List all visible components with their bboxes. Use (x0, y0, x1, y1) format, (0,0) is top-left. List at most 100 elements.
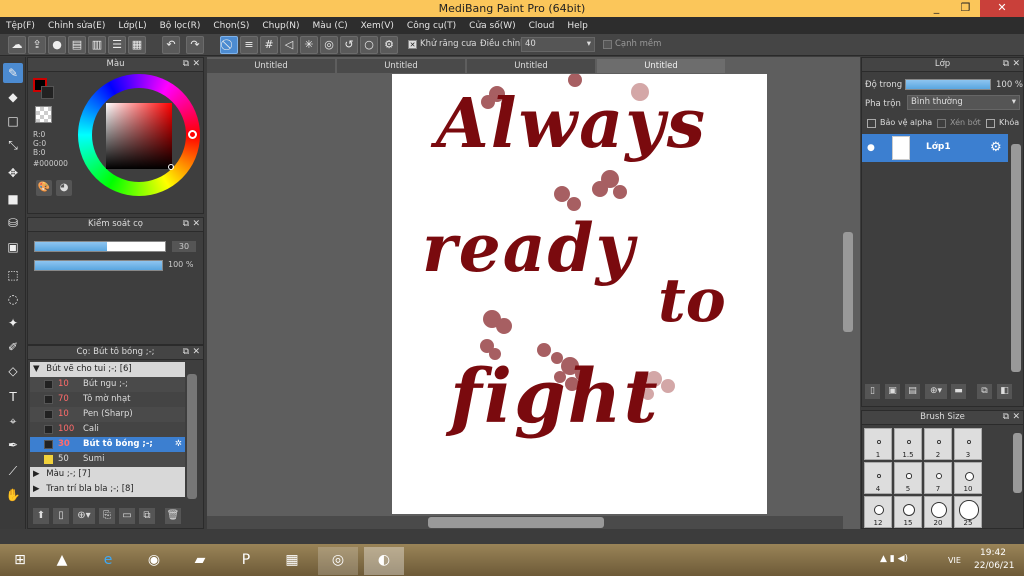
brush-row[interactable]: 10 Pen (Sharp) (30, 407, 185, 422)
medibang-icon[interactable]: ◐ (364, 547, 404, 575)
brush-size-value[interactable]: 30 (172, 241, 196, 252)
share-icon[interactable]: ⇪ (28, 36, 46, 54)
brush-settings-icon[interactable]: ⎘ (99, 508, 115, 524)
trash-icon[interactable]: 🗑 (165, 508, 181, 524)
lock-checkbox[interactable] (986, 119, 995, 128)
brush-row[interactable]: 100 Cali (30, 422, 185, 437)
move-tool-icon[interactable]: ✥ (3, 163, 23, 183)
radial-snap-icon[interactable]: ✳ (300, 36, 318, 54)
close-icon[interactable]: ✕ (1012, 411, 1020, 424)
cross-snap-icon[interactable]: # (260, 36, 278, 54)
menu-help[interactable]: Help (567, 21, 588, 31)
brush-size-cell[interactable]: 15 (894, 496, 922, 528)
menu-view[interactable]: Xem(V) (361, 21, 394, 31)
hand-tool-icon[interactable]: ✋ (3, 485, 23, 505)
layer-row[interactable]: ● Lớp1 ⚙ (862, 134, 1008, 162)
brush-row[interactable]: 70 Tô mờ nhạt (30, 392, 185, 407)
curve-snap-icon[interactable]: ↺ (340, 36, 358, 54)
layer-menu-icon[interactable]: ⊕▾ (925, 384, 947, 399)
clip-checkbox[interactable] (937, 119, 946, 128)
close-icon[interactable]: ✕ (192, 346, 200, 359)
antialias-checkbox[interactable]: ✕ (408, 40, 417, 49)
snap-settings-icon[interactable]: ⚙ (380, 36, 398, 54)
gear-icon[interactable]: ✲ (175, 437, 182, 452)
merge-layer-icon[interactable]: ◧ (997, 384, 1012, 399)
gradient-tool-icon[interactable]: ▣ (3, 237, 23, 257)
menu-file[interactable]: Tệp(F) (6, 21, 35, 31)
brush-opacity-slider[interactable] (34, 260, 163, 271)
menu-window[interactable]: Cửa số(W) (469, 21, 515, 31)
folder-icon[interactable]: ▭ (119, 508, 135, 524)
menu-select[interactable]: Chọn(S) (213, 21, 249, 31)
brush-tool-icon[interactable]: ✎ (3, 63, 23, 83)
new-8bit-layer-icon[interactable]: ▤ (905, 384, 920, 399)
protect-alpha-checkbox[interactable] (867, 119, 876, 128)
parallel-snap-icon[interactable]: ≡ (240, 36, 258, 54)
new-halftone-layer-icon[interactable]: ▣ (885, 384, 900, 399)
ie-icon[interactable]: e (88, 547, 128, 575)
brush-size-cell[interactable]: 3 (954, 428, 982, 460)
close-icon[interactable]: ✕ (1012, 58, 1020, 71)
palette-icon[interactable]: 🎨 (36, 180, 52, 196)
brush-size-cell[interactable]: 1 (864, 428, 892, 460)
document-icon[interactable]: ▥ (88, 36, 106, 54)
eraser-tool-icon[interactable]: ◆ (3, 87, 23, 107)
lasso-rect-tool-icon[interactable]: ⬚ (3, 265, 23, 285)
divide-tool-icon[interactable]: ✒ (3, 435, 23, 455)
powerpoint-icon[interactable]: P (226, 547, 266, 575)
brush-size-slider[interactable] (34, 241, 166, 252)
cloud-icon[interactable]: ☁ (8, 36, 26, 54)
no-snap-icon[interactable]: ⃠ (220, 36, 238, 54)
close-icon[interactable]: ✕ (192, 218, 200, 231)
fill-rect-tool-icon[interactable]: ■ (3, 189, 23, 209)
doc-tab[interactable]: Untitled (207, 59, 335, 73)
app-icon[interactable]: ▦ (272, 547, 312, 575)
blend-select[interactable]: Bình thường ▾ (907, 95, 1020, 110)
duplicate-layer-icon[interactable]: ⧉ (977, 384, 992, 399)
brush-group-row[interactable]: ▶ Màu ;-; [7] (30, 467, 185, 482)
brush-size-cell[interactable]: 7 (924, 462, 952, 494)
select-rect-tool-icon[interactable]: □ (3, 111, 23, 131)
brush-list-scrollbar[interactable] (187, 374, 197, 499)
brush-size-scrollbar[interactable] (1013, 433, 1022, 493)
bluestacks-icon[interactable]: ▲ (42, 547, 82, 575)
doc-tab-active[interactable]: Untitled (597, 59, 725, 73)
brush-menu-icon[interactable]: ⊕▾ (73, 508, 95, 524)
grid-icon[interactable]: ▦ (128, 36, 146, 54)
brush-size-cell[interactable]: 4 (864, 462, 892, 494)
brush-group-row[interactable]: ▼ Bút vẽ cho tui ;-; [6] (30, 362, 185, 377)
brush-row-selected[interactable]: 30 Bút tô bóng ;-; ✲ (30, 437, 185, 452)
menu-layer[interactable]: Lớp(L) (118, 21, 146, 31)
brush-size-cell[interactable]: 25 (954, 496, 982, 528)
brush-size-cell[interactable]: 10 (954, 462, 982, 494)
select-pen-tool-icon[interactable]: ✐ (3, 337, 23, 357)
eyedropper-tool-icon[interactable]: ⟋ (3, 461, 23, 481)
canvas-vscrollbar[interactable] (843, 232, 853, 332)
undock-icon[interactable]: ⧉ (183, 346, 189, 359)
comment-icon[interactable]: ● (48, 36, 66, 54)
lasso-tool-icon[interactable]: ◌ (3, 289, 23, 309)
doc-tab[interactable]: Untitled (467, 59, 595, 73)
drawing-canvas[interactable]: Always ready to fight (392, 74, 767, 514)
menu-filter[interactable]: Bộ lọc(R) (160, 21, 201, 31)
chrome-icon[interactable]: ◉ (134, 547, 174, 575)
minimize-button[interactable]: _ (922, 0, 951, 17)
undock-icon[interactable]: ⧉ (183, 218, 189, 231)
brush-size-cell[interactable]: 5 (894, 462, 922, 494)
layer-scrollbar[interactable] (1011, 144, 1021, 372)
color-handle[interactable] (168, 164, 174, 170)
saturation-value-square[interactable] (106, 103, 172, 169)
message-icon[interactable]: ▤ (68, 36, 86, 54)
close-button[interactable]: ✕ (980, 0, 1024, 17)
eye-icon[interactable]: ● (867, 143, 875, 153)
undock-icon[interactable]: ⧉ (1003, 411, 1009, 424)
layer-opacity-slider[interactable] (905, 79, 991, 90)
brush-group-row[interactable]: ▶ Tran trí bla bla ;-; [8] (30, 482, 185, 497)
redo-icon[interactable]: ↷ (186, 36, 204, 54)
menu-edit[interactable]: Chỉnh sửa(E) (48, 21, 105, 31)
brush-row[interactable]: 10 Bút ngu ;-; (30, 377, 185, 392)
explorer-icon[interactable]: ▰ (180, 547, 220, 575)
hue-handle[interactable] (188, 130, 197, 139)
menu-color[interactable]: Màu (C) (313, 21, 348, 31)
tray-icons[interactable]: ▲ ▮ ◀) (880, 554, 908, 564)
